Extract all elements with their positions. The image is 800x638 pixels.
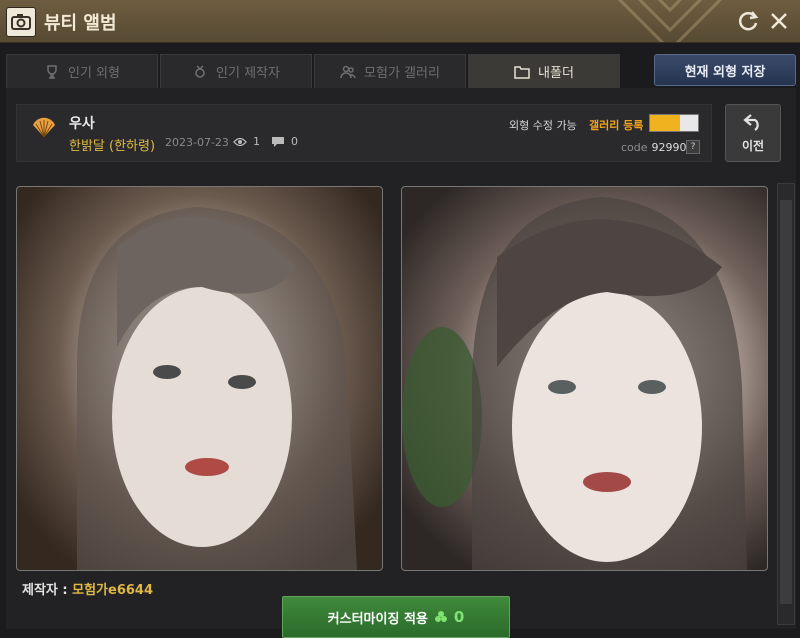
close-icon[interactable] [767,9,791,33]
title-bar: 뷰티 앨범 [0,0,800,43]
tab-popular-creator[interactable]: 인기 제작자 [160,54,312,88]
view-count: 1 [233,135,260,148]
comment-count: 0 [271,135,298,148]
views-value: 1 [253,135,260,148]
tab-label: 인기 제작자 [216,66,280,81]
tab-popular-look[interactable]: 인기 외형 [6,54,158,88]
back-button[interactable]: 이전 [725,104,781,162]
comment-icon [272,136,284,147]
medal-icon [195,64,205,78]
clover-icon [434,611,447,622]
apply-customizing-button[interactable]: 커스터마이징 적용 0 [282,596,510,638]
save-current-look-button[interactable]: 현재 외형 저장 [654,54,796,86]
toggle-knob [680,115,698,131]
tab-adventurer-gallery[interactable]: 모험가 갤러리 [314,54,466,88]
trophy-icon [47,64,57,79]
eye-icon [233,137,247,146]
comments-value: 0 [291,135,298,148]
scrollbar[interactable] [777,183,795,625]
gallery-register-toggle[interactable] [649,114,699,132]
look-photo-front[interactable] [16,186,383,571]
code-label: code [621,141,648,154]
portrait-illustration [77,207,357,570]
help-button[interactable]: ? [686,140,700,154]
tab-label: 인기 외형 [68,66,120,81]
post-date: 2023-07-23 [165,136,229,149]
gallery-register-label: 갤러리 등록 [589,119,644,132]
look-info-panel: 우사 한밝달 (한하령) 2023-07-23 1 0 외형 수정 가능 갤러리… [16,104,712,162]
decorative-pattern [617,0,723,42]
tab-bar: 인기 외형 인기 제작자 모험가 갤러리 내폴더 [6,54,620,88]
character-name: 한밝달 (한하령) [69,139,156,154]
creator-name: 모험가e6644 [72,583,154,598]
people-icon [340,65,356,78]
tab-label: 모험가 갤러리 [364,66,440,81]
user-name: 우사 [69,116,95,132]
apply-count: 0 [453,608,465,626]
code-display: code 929901 [621,141,694,154]
look-photo-side[interactable] [401,186,768,571]
portrait-illustration [402,197,747,570]
fan-icon [33,117,55,138]
creator-label: 제작자 : [22,583,73,598]
folder-icon [514,65,530,79]
window-title: 뷰티 앨범 [44,13,117,34]
scrollbar-thumb[interactable] [780,200,792,604]
refresh-icon[interactable] [736,9,760,33]
tab-label: 내폴더 [538,66,574,81]
back-label: 이전 [741,139,765,153]
camera-icon [6,7,36,37]
tab-my-folder[interactable]: 내폴더 [468,54,620,88]
creator-line: 제작자 : 모험가e6644 [22,579,153,598]
editable-label: 외형 수정 가능 [509,119,577,132]
apply-label: 커스터마이징 적용 [327,611,428,627]
back-arrow-icon [743,114,759,131]
